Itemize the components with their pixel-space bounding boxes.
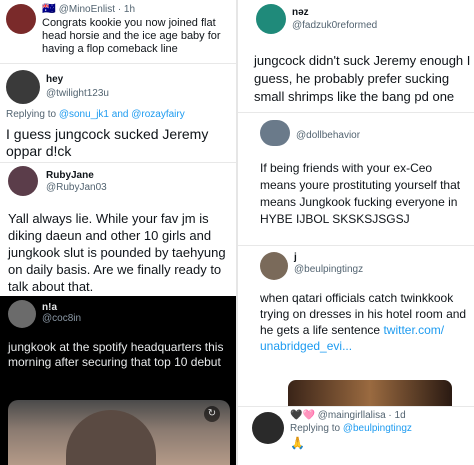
avatar[interactable] [6, 70, 40, 104]
tweet-header: 🖤🩷 @maingirllalisa · 1d [290, 410, 406, 421]
tweet-author[interactable]: n!a [42, 302, 57, 313]
tweet-handle[interactable]: @RubyJan03 [46, 182, 107, 193]
tweet-author[interactable]: nəz [292, 7, 309, 18]
link-card-image[interactable] [288, 380, 452, 406]
tweet-text: jungcock didn't suck Jeremy enough I gue… [254, 53, 471, 104]
divider [0, 63, 236, 64]
avatar[interactable] [252, 412, 284, 444]
avatar[interactable] [8, 300, 36, 328]
tweet-handle[interactable]: @maingirllalisa · 1d [318, 410, 406, 421]
tweet-author[interactable]: j [294, 252, 297, 263]
tweet-text: jungkook at the spotify headquarters thi… [8, 340, 224, 369]
tweet-text: I guess jungcock sucked Jeremy oppar d!c… [6, 126, 209, 159]
reply-prefix: Replying to [6, 109, 57, 120]
tweet-text: If being friends with your ex-Ceo means … [260, 161, 461, 226]
tweet-text: Congrats kookie you now joined flat head… [42, 17, 221, 55]
tweet-handle[interactable]: @twilight123u [46, 88, 109, 99]
tweet-author[interactable]: hey [46, 74, 63, 85]
avatar[interactable] [260, 252, 288, 280]
right-column: nəz @fadzuk0reformed jungcock didn't suc… [238, 0, 474, 465]
video-thumbnail[interactable]: ↻ [8, 400, 230, 465]
tweet-handle[interactable]: @beulpingtingz [294, 264, 363, 275]
flag-icon: 🇦🇺 [42, 3, 56, 15]
tweet-handle[interactable]: @coc8in [42, 313, 81, 324]
avatar[interactable] [260, 120, 290, 146]
tweet-author[interactable]: RubyJane [46, 170, 94, 181]
tweet-text: Yall always lie. While your fav jm is di… [8, 211, 226, 294]
divider [238, 245, 474, 246]
divider [238, 112, 474, 113]
heart-icon: 🖤🩷 [290, 410, 315, 421]
gif-badge-icon: ↻ [204, 406, 220, 422]
divider [238, 406, 474, 407]
reply-context: Replying to @sonu_jk1 and @rozayfairy [6, 109, 185, 120]
reply-prefix: Replying to [290, 423, 341, 434]
tweet-handle[interactable]: @fadzuk0reformed [292, 20, 377, 31]
tweet-header: 🇦🇺 @MinoEnlist · 1h [42, 2, 135, 15]
divider [0, 162, 236, 163]
reply-mentions[interactable]: @beulpingtingz [343, 423, 412, 434]
reply-context: Replying to @beulpingtingz [290, 423, 412, 434]
left-column: 🇦🇺 @MinoEnlist · 1h Congrats kookie you … [0, 0, 236, 465]
avatar[interactable] [256, 4, 286, 34]
tweet-handle[interactable]: @MinoEnlist · 1h [59, 4, 135, 15]
prayer-hands-icon: 🙏 [290, 436, 305, 450]
reply-mentions[interactable]: @sonu_jk1 and @rozayfairy [59, 109, 185, 120]
avatar[interactable] [8, 166, 38, 196]
dark-tweet: n!a @coc8in jungkook at the spotify head… [0, 296, 236, 465]
avatar[interactable] [6, 4, 36, 34]
tweet-text: when qatari officials catch twinkkook tr… [260, 290, 470, 354]
tweet-handle[interactable]: @dollbehavior [296, 130, 360, 141]
face-shape [66, 410, 156, 465]
